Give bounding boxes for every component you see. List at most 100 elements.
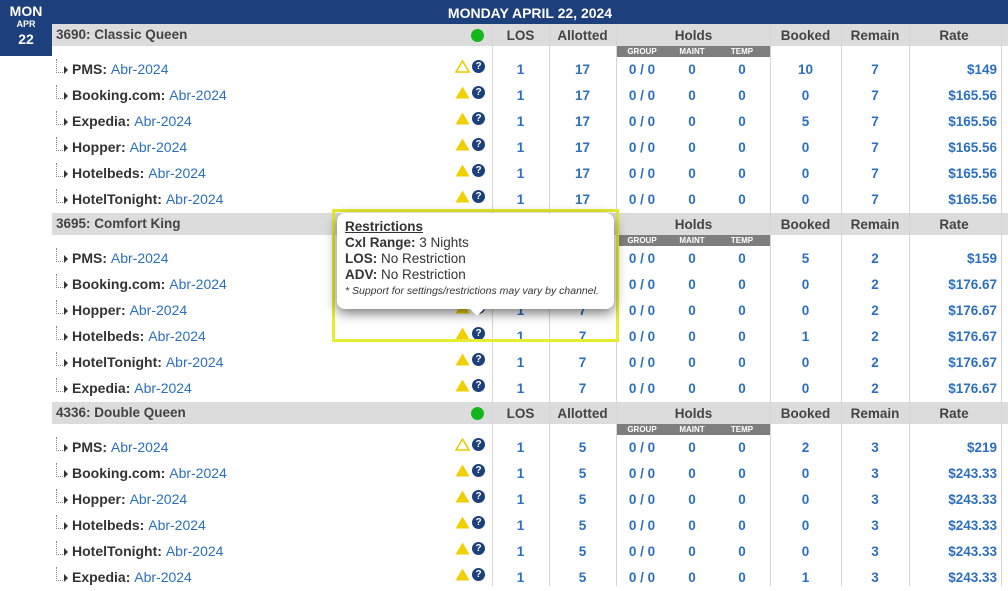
cell-group[interactable]: 0 / 0 bbox=[617, 329, 667, 344]
expand-caret-icon[interactable] bbox=[64, 548, 68, 556]
cell-group[interactable]: 0 / 0 bbox=[617, 62, 667, 77]
warning-icon[interactable] bbox=[455, 138, 470, 151]
cell-maint[interactable]: 0 bbox=[667, 440, 717, 455]
cell-group[interactable]: 0 / 0 bbox=[617, 303, 667, 318]
channel-name[interactable]: Hopper: Abr-2024 bbox=[72, 139, 187, 155]
expand-caret-icon[interactable] bbox=[64, 574, 68, 582]
cell-group[interactable]: 0 / 0 bbox=[617, 140, 667, 155]
channel-period-link[interactable]: Abr-2024 bbox=[166, 191, 224, 207]
cell-group[interactable]: 0 / 0 bbox=[617, 544, 667, 559]
cell-remain[interactable]: 3 bbox=[841, 544, 909, 559]
cell-los[interactable]: 1 bbox=[492, 192, 549, 207]
cell-temp[interactable]: 0 bbox=[717, 140, 767, 155]
channel-period-link[interactable]: Abr-2024 bbox=[166, 354, 224, 370]
cell-temp[interactable]: 0 bbox=[717, 192, 767, 207]
cell-remain[interactable]: 2 bbox=[841, 329, 909, 344]
cell-remain[interactable]: 3 bbox=[841, 570, 909, 585]
cell-rate[interactable]: $165.56 bbox=[909, 192, 997, 207]
cell-rate[interactable]: $243.33 bbox=[909, 466, 997, 481]
channel-name[interactable]: PMS: Abr-2024 bbox=[72, 250, 168, 266]
cell-remain[interactable]: 7 bbox=[841, 114, 909, 129]
cell-rate[interactable]: $159 bbox=[909, 251, 997, 266]
channel-period-link[interactable]: Abr-2024 bbox=[169, 87, 227, 103]
warning-icon[interactable] bbox=[455, 353, 470, 366]
channel-row[interactable]: HotelTonight: Abr-2024? 1 5 0 / 0 0 0 0 3 $243.3… bbox=[52, 539, 1008, 565]
channel-name[interactable]: Hopper: Abr-2024 bbox=[72, 302, 187, 318]
cell-temp[interactable]: 0 bbox=[717, 329, 767, 344]
expand-caret-icon[interactable] bbox=[64, 307, 68, 315]
cell-rate[interactable]: $219 bbox=[909, 440, 997, 455]
cell-los[interactable]: 1 bbox=[492, 492, 549, 507]
cell-group[interactable]: 0 / 0 bbox=[617, 466, 667, 481]
cell-rate[interactable]: $176.67 bbox=[909, 355, 997, 370]
cell-los[interactable]: 1 bbox=[492, 140, 549, 155]
cell-group[interactable]: 0 / 0 bbox=[617, 166, 667, 181]
channel-period-link[interactable]: Abr-2024 bbox=[169, 276, 227, 292]
cell-temp[interactable]: 0 bbox=[717, 381, 767, 396]
cell-los[interactable]: 1 bbox=[492, 381, 549, 396]
warning-icon[interactable] bbox=[455, 164, 470, 177]
warning-icon[interactable] bbox=[455, 112, 470, 125]
channel-name[interactable]: Expedia: Abr-2024 bbox=[72, 569, 192, 585]
channel-name[interactable]: HotelTonight: Abr-2024 bbox=[72, 191, 223, 207]
cell-group[interactable]: 0 / 0 bbox=[617, 518, 667, 533]
cell-rate[interactable]: $243.33 bbox=[909, 544, 997, 559]
cell-allotted[interactable]: 17 bbox=[549, 88, 616, 103]
channel-row[interactable]: Expedia: Abr-2024? 1 5 0 / 0 0 0 1 3 $243.33 bbox=[52, 565, 1008, 591]
cell-booked[interactable]: 0 bbox=[770, 277, 841, 292]
cell-remain[interactable]: 2 bbox=[841, 277, 909, 292]
expand-caret-icon[interactable] bbox=[64, 281, 68, 289]
warning-icon[interactable] bbox=[455, 516, 470, 529]
channel-name[interactable]: HotelTonight: Abr-2024 bbox=[72, 543, 223, 559]
cell-maint[interactable]: 0 bbox=[667, 466, 717, 481]
cell-booked[interactable]: 10 bbox=[770, 62, 841, 77]
cell-rate[interactable]: $165.56 bbox=[909, 140, 997, 155]
cell-remain[interactable]: 3 bbox=[841, 518, 909, 533]
warning-icon[interactable] bbox=[455, 190, 470, 203]
channel-name[interactable]: Hopper: Abr-2024 bbox=[72, 491, 187, 507]
channel-name[interactable]: Expedia: Abr-2024 bbox=[72, 113, 192, 129]
cell-los[interactable]: 1 bbox=[492, 544, 549, 559]
cell-booked[interactable]: 0 bbox=[770, 303, 841, 318]
cell-rate[interactable]: $165.56 bbox=[909, 114, 997, 129]
cell-group[interactable]: 0 / 0 bbox=[617, 440, 667, 455]
cell-remain[interactable]: 7 bbox=[841, 192, 909, 207]
cell-allotted[interactable]: 5 bbox=[549, 492, 616, 507]
cell-maint[interactable]: 0 bbox=[667, 544, 717, 559]
cell-temp[interactable]: 0 bbox=[717, 251, 767, 266]
cell-booked[interactable]: 0 bbox=[770, 192, 841, 207]
cell-booked[interactable]: 0 bbox=[770, 518, 841, 533]
expand-caret-icon[interactable] bbox=[64, 522, 68, 530]
help-icon[interactable]: ? bbox=[472, 164, 485, 177]
cell-los[interactable]: 1 bbox=[492, 355, 549, 370]
cell-group[interactable]: 0 / 0 bbox=[617, 570, 667, 585]
cell-temp[interactable]: 0 bbox=[717, 303, 767, 318]
cell-los[interactable]: 1 bbox=[492, 466, 549, 481]
cell-allotted[interactable]: 5 bbox=[549, 466, 616, 481]
help-icon[interactable]: ? bbox=[472, 438, 485, 451]
cell-rate[interactable]: $243.33 bbox=[909, 492, 997, 507]
cell-maint[interactable]: 0 bbox=[667, 88, 717, 103]
cell-los[interactable]: 1 bbox=[492, 518, 549, 533]
channel-name[interactable]: Hotelbeds: Abr-2024 bbox=[72, 517, 206, 533]
channel-period-link[interactable]: Abr-2024 bbox=[111, 61, 169, 77]
channel-name[interactable]: HotelTonight: Abr-2024 bbox=[72, 354, 223, 370]
expand-caret-icon[interactable] bbox=[64, 196, 68, 204]
expand-caret-icon[interactable] bbox=[64, 170, 68, 178]
cell-temp[interactable]: 0 bbox=[717, 518, 767, 533]
channel-row[interactable]: Expedia: Abr-2024? 1 17 0 / 0 0 0 5 7 $165.56 bbox=[52, 109, 1008, 135]
cell-remain[interactable]: 3 bbox=[841, 492, 909, 507]
cell-rate[interactable]: $243.33 bbox=[909, 518, 997, 533]
cell-rate[interactable]: $176.67 bbox=[909, 303, 997, 318]
cell-group[interactable]: 0 / 0 bbox=[617, 492, 667, 507]
help-icon[interactable]: ? bbox=[472, 60, 485, 73]
cell-booked[interactable]: 0 bbox=[770, 88, 841, 103]
help-icon[interactable]: ? bbox=[472, 86, 485, 99]
warning-outline-icon[interactable] bbox=[455, 438, 470, 451]
cell-allotted[interactable]: 5 bbox=[549, 570, 616, 585]
cell-los[interactable]: 1 bbox=[492, 166, 549, 181]
channel-name[interactable]: Booking.com: Abr-2024 bbox=[72, 87, 227, 103]
cell-remain[interactable]: 2 bbox=[841, 303, 909, 318]
expand-caret-icon[interactable] bbox=[64, 496, 68, 504]
warning-icon[interactable] bbox=[455, 490, 470, 503]
